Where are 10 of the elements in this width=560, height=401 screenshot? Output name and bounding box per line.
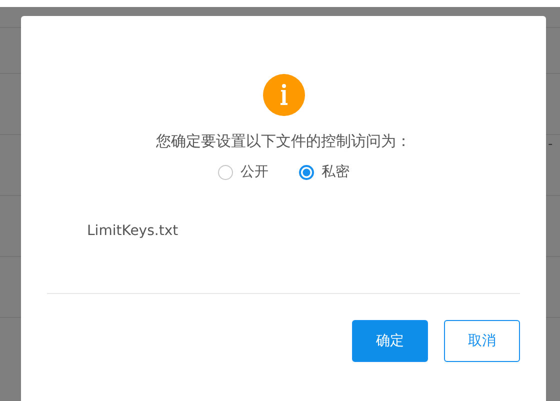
table-cell: - bbox=[548, 137, 553, 152]
radio-option[interactable]: 公开 bbox=[218, 163, 268, 181]
info-icon bbox=[262, 74, 304, 116]
radio-label: 公开 bbox=[240, 163, 268, 181]
radio-button[interactable] bbox=[218, 164, 232, 180]
confirm-message: 您确定要设置以下文件的控制访问为： bbox=[156, 132, 411, 151]
radio-label: 私密 bbox=[322, 163, 350, 181]
file-name: LimitKeys.txt bbox=[87, 223, 178, 239]
radio-option[interactable]: 私密 bbox=[298, 163, 350, 181]
radio-button[interactable] bbox=[298, 164, 314, 180]
